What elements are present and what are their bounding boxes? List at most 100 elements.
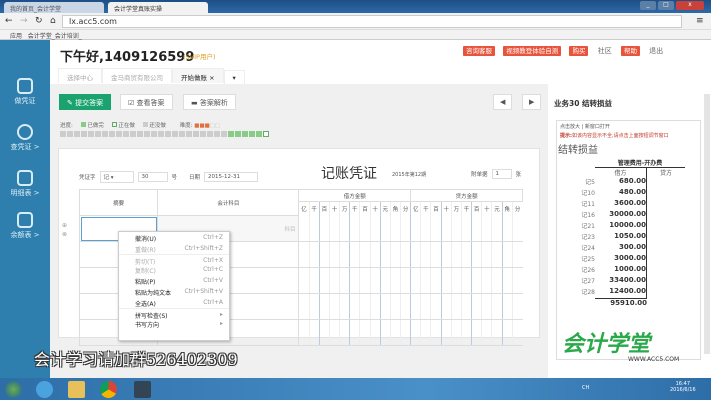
debit-cell[interactable] xyxy=(400,215,411,242)
debit-cell[interactable] xyxy=(308,267,320,294)
close-window-button[interactable]: x xyxy=(676,1,704,10)
credit-cell[interactable] xyxy=(501,267,513,294)
debit-cell[interactable] xyxy=(339,293,350,320)
progress-cell[interactable] xyxy=(242,131,248,137)
credit-cell[interactable] xyxy=(410,319,421,346)
credit-cell[interactable] xyxy=(450,319,462,346)
credit-cell[interactable] xyxy=(511,215,523,242)
progress-cell[interactable] xyxy=(235,131,241,137)
progress-cell[interactable] xyxy=(116,131,122,137)
attach-input[interactable]: 1 xyxy=(491,169,512,179)
buy-link[interactable]: 购买 xyxy=(569,46,589,56)
debit-cell[interactable] xyxy=(400,319,411,346)
clock[interactable]: 16:47 2016/6/16 xyxy=(670,381,696,393)
debit-cell[interactable] xyxy=(379,293,391,320)
context-menu-item[interactable]: 复制(C) Ctrl+C xyxy=(119,264,229,275)
debit-cell[interactable] xyxy=(339,267,350,294)
credit-cell[interactable] xyxy=(450,293,462,320)
new-window-link[interactable]: 新窗口打开 xyxy=(585,124,610,130)
credit-cell[interactable] xyxy=(430,267,442,294)
chrome-icon[interactable] xyxy=(100,381,117,398)
progress-cell[interactable] xyxy=(144,131,150,137)
debit-cell[interactable] xyxy=(369,241,381,268)
progress-cell[interactable] xyxy=(207,131,213,137)
debit-cell[interactable] xyxy=(379,215,391,242)
progress-cell[interactable] xyxy=(102,131,108,137)
credit-cell[interactable] xyxy=(471,215,482,242)
customer-service-link[interactable]: 咨询客服 xyxy=(463,46,495,56)
credit-cell[interactable] xyxy=(440,293,452,320)
reload-icon[interactable]: ↻ xyxy=(35,16,43,26)
tab-dropdown[interactable]: ▾ xyxy=(223,70,245,85)
answer-analysis-button[interactable]: ▬ 答案解析 xyxy=(183,94,236,110)
progress-cell[interactable] xyxy=(130,131,136,137)
explorer-icon[interactable] xyxy=(68,381,85,398)
credit-cell[interactable] xyxy=(471,293,482,320)
debit-cell[interactable] xyxy=(379,267,391,294)
debit-cell[interactable] xyxy=(349,267,360,294)
context-menu-item[interactable]: 撤消(U) Ctrl+Z xyxy=(119,232,229,243)
debit-cell[interactable] xyxy=(298,241,310,268)
progress-cell[interactable] xyxy=(214,131,220,137)
sidebar-item-query-voucher[interactable]: 查凭证 > xyxy=(0,124,50,152)
credit-cell[interactable] xyxy=(440,267,452,294)
progress-cell[interactable] xyxy=(263,131,269,137)
context-menu-item[interactable]: 重做(R) Ctrl+Shift+Z xyxy=(119,243,229,254)
sidebar-item-balance[interactable]: 余额表 > xyxy=(0,212,50,240)
credit-cell[interactable] xyxy=(481,241,492,268)
credit-cell[interactable] xyxy=(511,293,523,320)
credit-cell[interactable] xyxy=(471,241,482,268)
credit-cell[interactable] xyxy=(460,293,472,320)
debit-cell[interactable] xyxy=(400,267,411,294)
tab-select-center[interactable]: 选择中心 xyxy=(58,68,102,83)
credit-cell[interactable] xyxy=(410,241,421,268)
debit-cell[interactable] xyxy=(359,241,371,268)
debit-cell[interactable] xyxy=(359,267,371,294)
debit-cell[interactable] xyxy=(298,293,310,320)
debit-cell[interactable] xyxy=(339,241,350,268)
next-button[interactable]: ▶ xyxy=(522,94,542,110)
debit-cell[interactable] xyxy=(318,267,330,294)
credit-cell[interactable] xyxy=(410,293,421,320)
tab-company[interactable]: 金马商贸有限公司 xyxy=(102,68,172,83)
credit-cell[interactable] xyxy=(430,293,442,320)
ie-icon[interactable] xyxy=(36,381,53,398)
progress-cell[interactable] xyxy=(193,131,199,137)
credit-cell[interactable] xyxy=(481,215,492,242)
debit-cell[interactable] xyxy=(298,319,310,346)
credit-cell[interactable] xyxy=(450,215,462,242)
credit-cell[interactable] xyxy=(420,215,431,242)
debit-cell[interactable] xyxy=(298,215,310,242)
debit-cell[interactable] xyxy=(308,293,320,320)
debit-cell[interactable] xyxy=(369,293,381,320)
video-link[interactable]: 视频教登体验自测 xyxy=(503,46,562,56)
debit-cell[interactable] xyxy=(318,241,330,268)
debit-cell[interactable] xyxy=(359,319,371,346)
bookmark-item[interactable]: 会计学堂_会计培训_ xyxy=(28,33,82,40)
progress-cell[interactable] xyxy=(151,131,157,137)
progress-cell[interactable] xyxy=(60,131,66,137)
credit-cell[interactable] xyxy=(481,319,492,346)
credit-cell[interactable] xyxy=(430,319,442,346)
view-answer-button[interactable]: ☑ 查看答案 xyxy=(120,94,173,110)
context-menu-item[interactable]: 拼写检查(S) ▸ xyxy=(119,307,229,320)
credit-cell[interactable] xyxy=(511,267,523,294)
debit-cell[interactable] xyxy=(369,267,381,294)
maximize-button[interactable]: □ xyxy=(658,1,674,10)
progress-cell[interactable] xyxy=(95,131,101,137)
remove-row-icon[interactable]: ⊗ xyxy=(62,230,67,239)
debit-cell[interactable] xyxy=(318,319,330,346)
credit-cell[interactable] xyxy=(511,241,523,268)
debit-cell[interactable] xyxy=(349,319,360,346)
credit-cell[interactable] xyxy=(460,215,472,242)
credit-cell[interactable] xyxy=(491,267,503,294)
debit-cell[interactable] xyxy=(298,267,310,294)
debit-cell[interactable] xyxy=(400,241,411,268)
back-icon[interactable]: ← xyxy=(5,16,13,26)
credit-cell[interactable] xyxy=(460,319,472,346)
progress-cell[interactable] xyxy=(172,131,178,137)
progress-cell[interactable] xyxy=(256,131,262,137)
debit-cell[interactable] xyxy=(318,215,330,242)
bookmark-apps[interactable]: 应用 xyxy=(10,33,22,40)
credit-cell[interactable] xyxy=(420,267,431,294)
